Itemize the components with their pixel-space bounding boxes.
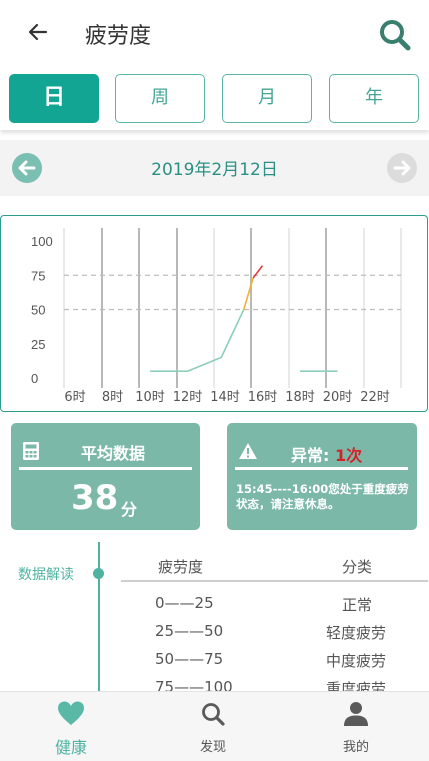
average-unit: 分: [121, 500, 138, 519]
table-cell-category: 正常: [342, 596, 373, 614]
data-interpretation: 数据解读 疲劳度 分类 0——25 正常 25——50 轻度疲劳 50——75 …: [0, 542, 429, 698]
abnormal-title: 异常: 1次: [291, 442, 362, 466]
fatigue-line-chart: 100 75 50 25 0 6时 8时 10时 12时 14时 16时 18时 20时 22时: [31, 228, 402, 405]
search-icon[interactable]: [378, 18, 412, 52]
average-title: 平均数据: [81, 444, 146, 463]
x-tick-label: 12时: [173, 390, 203, 405]
bottom-navigation: 健康 发现 我的: [0, 691, 429, 761]
current-date: 2019年2月12日: [151, 160, 278, 180]
y-tick-label: 0: [31, 371, 38, 386]
tab-week[interactable]: 周: [115, 74, 205, 123]
abnormal-label: 异常:: [291, 446, 330, 465]
x-tick-label: 10时: [135, 390, 165, 405]
fatigue-series-line: [150, 309, 245, 372]
x-tick-label: 8时: [102, 390, 123, 405]
tab-month[interactable]: 月: [222, 74, 312, 123]
table-header-fatigue: 疲劳度: [158, 558, 204, 576]
nav-mine[interactable]: 我的: [306, 692, 406, 761]
tab-day[interactable]: 日: [9, 74, 99, 123]
top-bar: 疲劳度: [0, 0, 429, 66]
table-cell-range: 25——50: [155, 622, 224, 640]
table-cell-category: 轻度疲劳: [326, 624, 387, 642]
table-cell-range: 50——75: [155, 650, 224, 668]
nav-label: 发现: [199, 740, 226, 755]
x-tick-label: 22时: [360, 390, 390, 405]
search-icon: [202, 703, 225, 726]
nav-label: 健康: [54, 738, 87, 757]
nav-discover[interactable]: 发现: [163, 692, 263, 761]
arrow-left-icon[interactable]: [26, 20, 50, 44]
average-value: 38: [71, 478, 119, 518]
arrow-right-circle-icon[interactable]: [387, 153, 417, 183]
interpretation-label: 数据解读: [18, 567, 74, 583]
abnormal-card: 异常: 1次 15:45----16:00您处于重度疲劳状态，请注意休息。: [227, 423, 417, 530]
y-tick-label: 75: [31, 268, 45, 283]
divider: [235, 467, 408, 470]
user-icon: [344, 702, 368, 726]
warning-icon: [239, 443, 257, 459]
abnormal-count: 1次: [334, 446, 363, 465]
fatigue-chart: 100 75 50 25 0 6时 8时 10时 12时 14时 16时 18时 20时 22时: [0, 215, 428, 412]
x-tick-label: 18时: [285, 390, 315, 405]
tab-year[interactable]: 年: [329, 74, 419, 123]
date-navigator: 2019年2月12日: [0, 140, 429, 196]
y-tick-label: 25: [31, 337, 45, 352]
y-tick-label: 100: [31, 234, 53, 249]
page-title: 疲劳度: [85, 24, 152, 49]
divider: [19, 467, 192, 470]
heart-icon: [58, 701, 84, 725]
fatigue-series-line: [252, 265, 264, 279]
x-tick-label: 14时: [210, 390, 240, 405]
calculator-icon: [23, 442, 39, 460]
table-cell-category: 中度疲劳: [326, 652, 387, 670]
period-tabs: 日 周 月 年: [0, 66, 429, 130]
average-card: 平均数据 38 分: [11, 423, 200, 530]
nav-health[interactable]: 健康: [21, 692, 121, 761]
timeline-line: [98, 542, 100, 692]
x-tick-label: 20时: [323, 390, 353, 405]
table-header-divider: [121, 580, 428, 582]
abnormal-message: 15:45----16:00您处于重度疲劳状态，请注意休息。: [236, 482, 409, 511]
x-tick-label: 6时: [64, 390, 85, 405]
x-tick-label: 16时: [248, 390, 278, 405]
y-tick-label: 50: [31, 303, 45, 318]
table-header-category: 分类: [342, 558, 373, 576]
table-cell-range: 0——25: [155, 594, 214, 612]
timeline-dot: [93, 568, 104, 579]
nav-label: 我的: [342, 740, 369, 755]
